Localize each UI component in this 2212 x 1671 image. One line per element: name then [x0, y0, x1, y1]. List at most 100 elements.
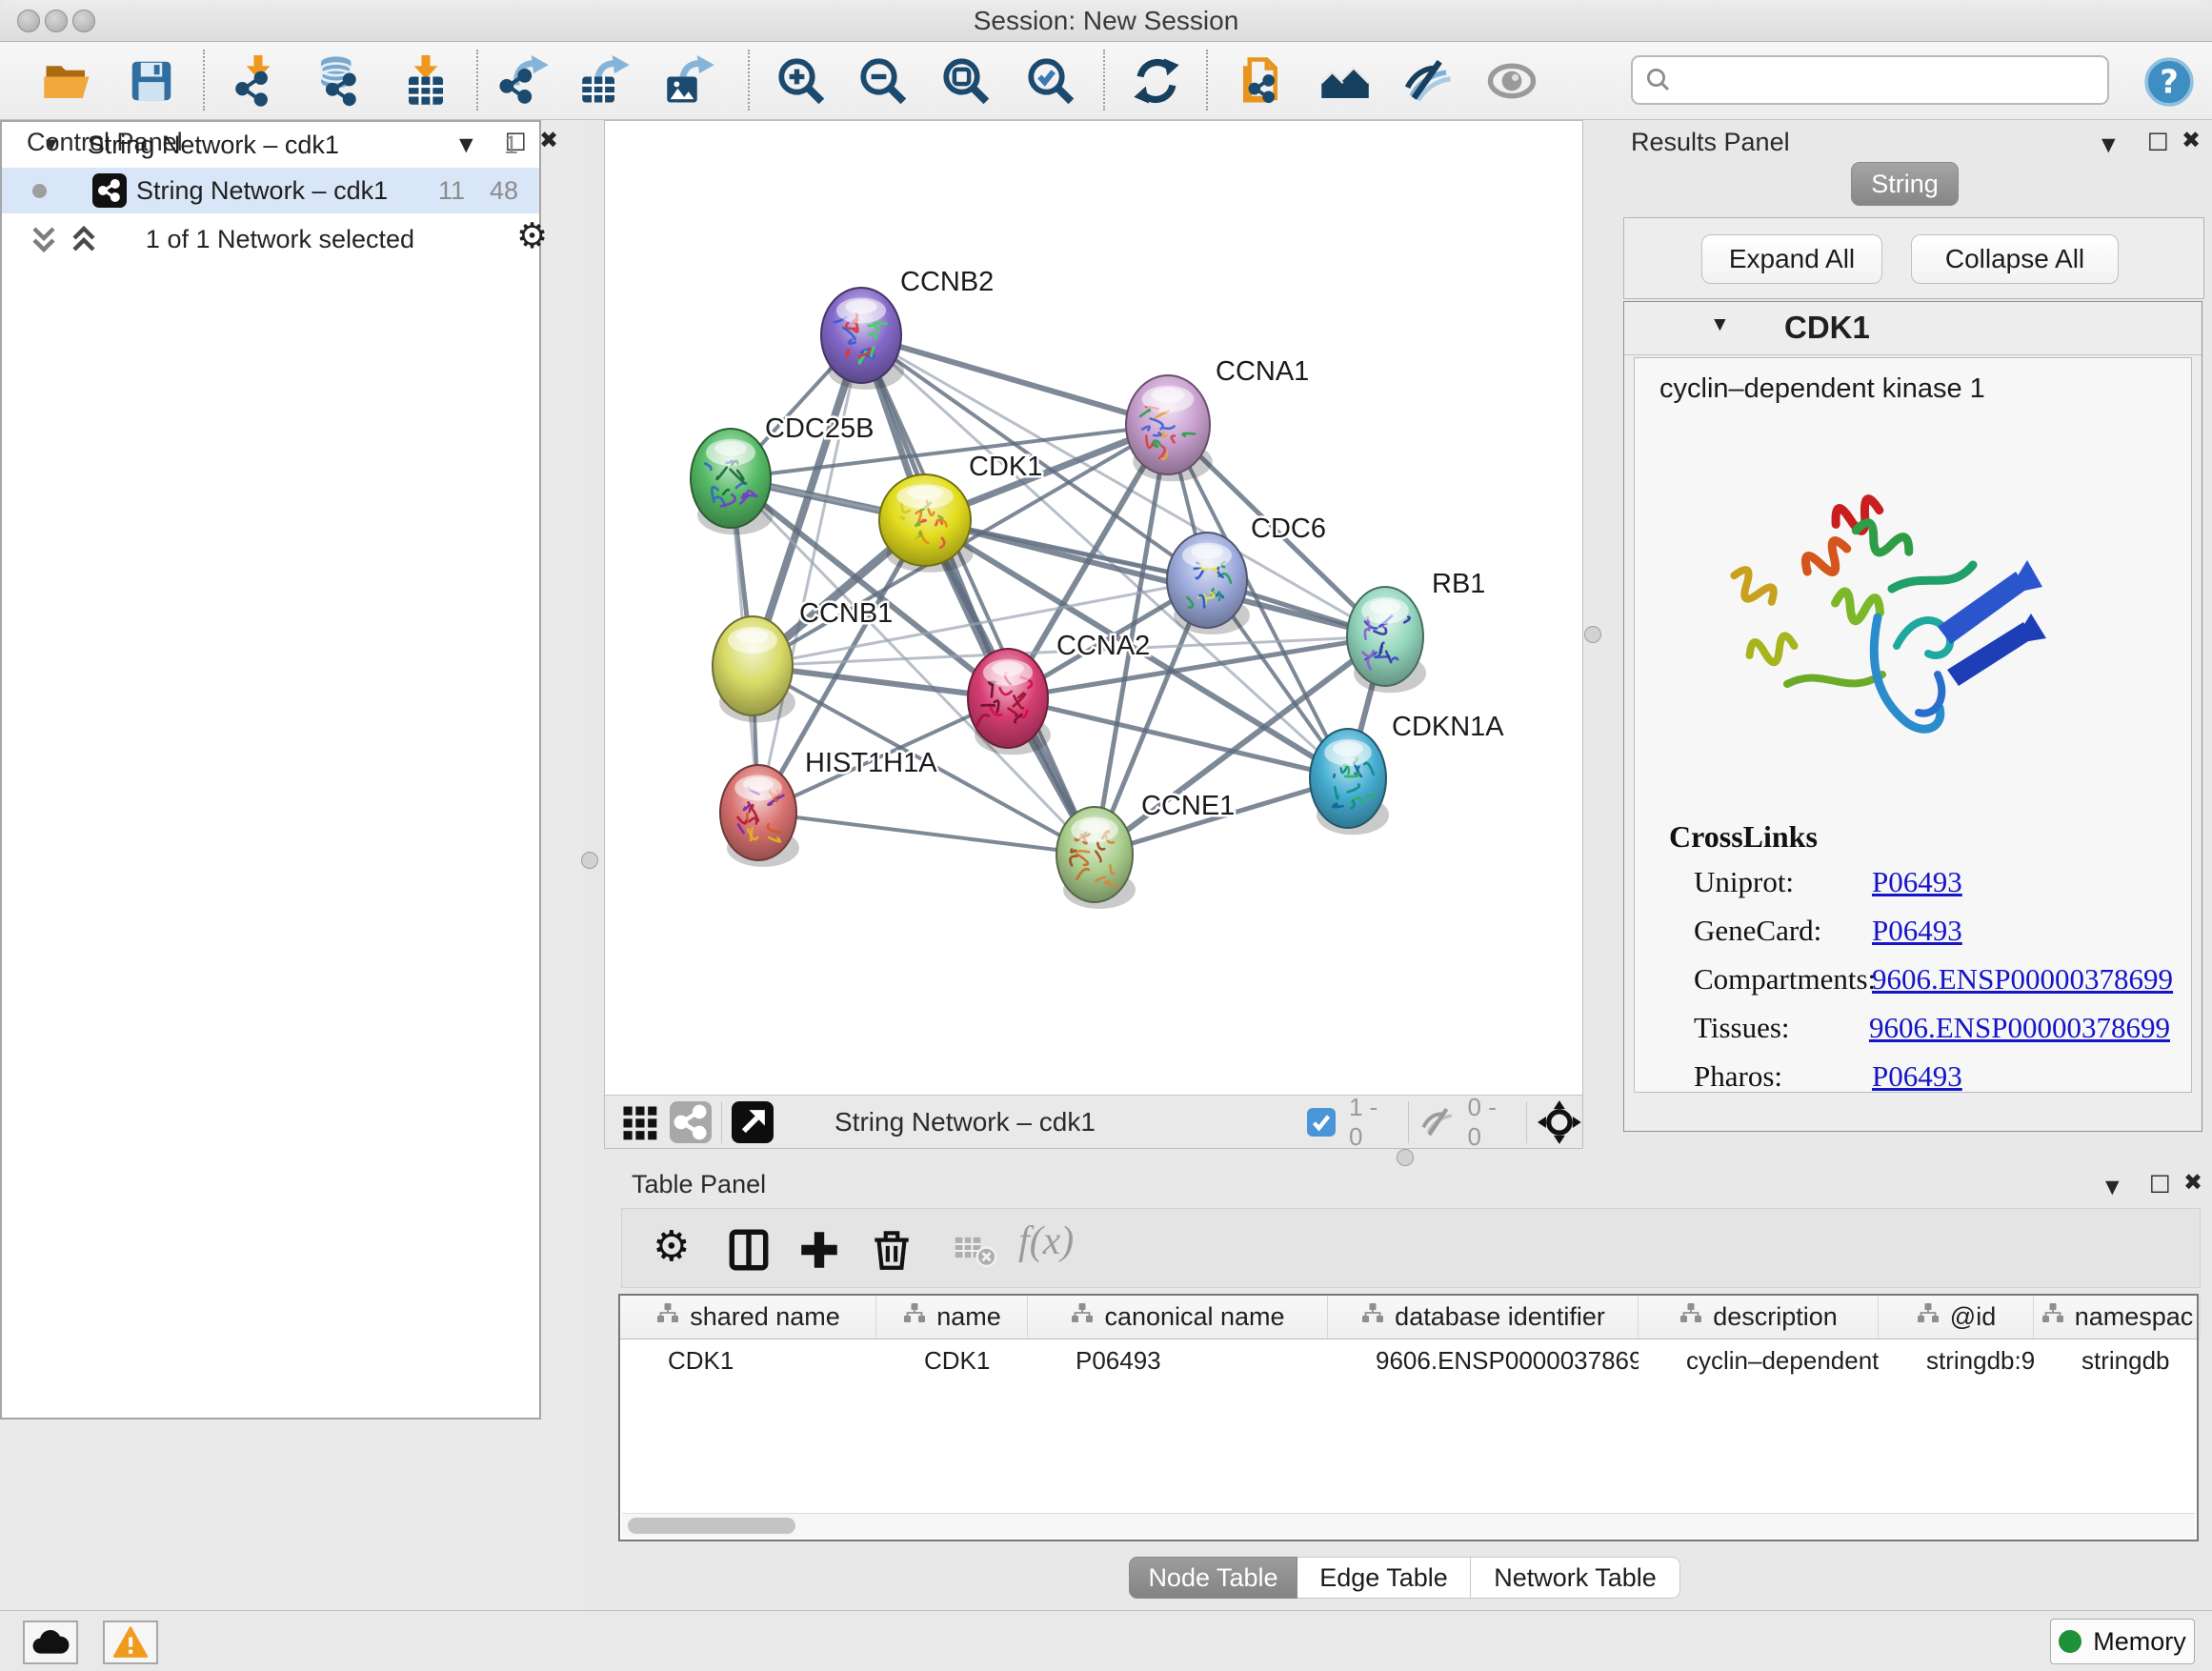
share-view-icon[interactable]	[670, 1101, 712, 1143]
table-settings-gear-icon[interactable]: ⚙	[653, 1222, 690, 1271]
network-collection-row[interactable]: ▼ String Network – cdk1 1	[2, 122, 539, 168]
crosslink-link[interactable]: P06493	[1872, 914, 1962, 948]
selected-checkbox-icon[interactable]	[1307, 1108, 1336, 1137]
tab-string[interactable]: String	[1851, 162, 1959, 206]
network-edge[interactable]	[758, 335, 861, 813]
toolbar-separator	[1526, 1101, 1527, 1143]
crosslink-link[interactable]: 9606.ENSP00000378699	[1869, 1011, 2170, 1045]
network-node-cdc6[interactable]	[1167, 533, 1250, 634]
memory-button[interactable]: Memory	[2050, 1619, 2195, 1664]
network-node-rb1[interactable]	[1347, 587, 1426, 693]
export-image-button[interactable]	[663, 53, 718, 109]
network-node-ccnb2[interactable]	[821, 288, 904, 390]
close-panel-icon[interactable]: ✖	[539, 129, 558, 151]
hierarchy-icon	[655, 1302, 680, 1332]
crosslink-link[interactable]: P06493	[1872, 865, 1962, 899]
network-node-ccnb1[interactable]	[713, 616, 795, 722]
eye-button[interactable]	[1484, 53, 1539, 109]
section-expand-icon[interactable]: ▼	[1710, 313, 1730, 336]
search-field	[1631, 55, 2109, 105]
network-edge[interactable]	[758, 813, 1095, 855]
open-session-button[interactable]	[40, 53, 95, 109]
import-network-database-button[interactable]	[311, 53, 366, 109]
network-node-ccna1[interactable]	[1126, 375, 1213, 481]
results-list-box: ▼ CDK1 cyclin–dependent kinase 1	[1623, 301, 2202, 1132]
horizontal-scrollbar[interactable]	[622, 1513, 2195, 1538]
help-button[interactable]: ?	[2142, 54, 2197, 110]
export-table-button[interactable]	[578, 53, 633, 109]
collapse-all-button[interactable]: Collapse All	[1911, 234, 2119, 284]
collapse-panel-icon[interactable]: ▼	[2105, 1176, 2120, 1198]
import-table-button[interactable]	[398, 53, 453, 109]
tab-node-table[interactable]: Node Table	[1129, 1557, 1297, 1599]
network-node-cdk1[interactable]	[879, 474, 974, 573]
column-header-description[interactable]: description	[1639, 1296, 1879, 1339]
horizontal-splitter-handle[interactable]	[1397, 1149, 1414, 1166]
title-bar: Session: New Session	[0, 0, 2212, 42]
expand-all-button[interactable]: Expand All	[1701, 234, 1882, 284]
eye-slash-button[interactable]	[1401, 53, 1457, 109]
network-node-cdkn1a[interactable]	[1310, 729, 1389, 835]
network-node-cdc25b[interactable]	[691, 429, 774, 534]
network-node-ccna2[interactable]	[968, 649, 1051, 755]
network-node-ccne1[interactable]	[1056, 807, 1136, 909]
column-header-label: shared name	[690, 1302, 840, 1332]
crosslink-link[interactable]: 9606.ENSP00000378699	[1872, 962, 2173, 997]
network-row[interactable]: String Network – cdk1 11 48	[2, 168, 539, 213]
network-selection-status: 1 of 1 Network selected	[23, 225, 537, 254]
crosslink-row: Tissues:9606.ENSP00000378699	[1694, 1011, 2170, 1045]
zoom-fit-button[interactable]	[938, 53, 994, 109]
export-network-button[interactable]	[497, 53, 553, 109]
grid-view-icon[interactable]	[618, 1101, 660, 1143]
create-column-plus-icon[interactable]	[795, 1226, 843, 1274]
float-panel-icon[interactable]: □	[2147, 129, 2169, 151]
zoom-selected-button[interactable]	[1023, 53, 1078, 109]
network-edge[interactable]	[1008, 698, 1348, 778]
network-edge[interactable]	[861, 335, 1168, 425]
float-panel-icon[interactable]: □	[2149, 1171, 2171, 1194]
tab-network-table[interactable]: Network Table	[1471, 1557, 1680, 1599]
collapse-panel-icon[interactable]: ▼	[2101, 133, 2116, 156]
network-canvas[interactable]: CCNB2CCNA1CDC25BCDK1CDC6RB1CCNB1CCNA2CDK…	[605, 121, 1582, 1095]
network-node-label: CCNA2	[1056, 631, 1150, 661]
import-network-file-button[interactable]	[231, 53, 286, 109]
function-builder-icon: f(x)	[1018, 1218, 1074, 1264]
zoom-in-button[interactable]	[774, 53, 829, 109]
right-splitter-handle[interactable]	[1584, 626, 1601, 643]
column-header-database-identifier[interactable]: database identifier	[1328, 1296, 1639, 1339]
gene-section-header[interactable]: ▼ CDK1	[1624, 302, 2202, 355]
search-input[interactable]	[1682, 65, 2096, 96]
network-node-label: CCNB1	[799, 598, 893, 629]
close-panel-icon[interactable]: ✖	[2183, 1171, 2202, 1194]
string-home-button[interactable]	[1317, 53, 1373, 109]
column-header-canonical-name[interactable]: canonical name	[1028, 1296, 1328, 1339]
column-header-label: canonical name	[1104, 1302, 1284, 1332]
refresh-button[interactable]	[1129, 53, 1184, 109]
column-header-shared-name[interactable]: shared name	[620, 1296, 876, 1339]
table-row[interactable]: CDK1CDK1P064939606.ENSP00000378699cyclin…	[620, 1339, 2197, 1381]
show-columns-icon[interactable]	[725, 1226, 773, 1274]
fit-content-crosshair-icon[interactable]	[1537, 1099, 1582, 1145]
hierarchy-icon	[1679, 1302, 1703, 1332]
column-header-namespac[interactable]: namespac	[2034, 1296, 2201, 1339]
tab-edge-table[interactable]: Edge Table	[1297, 1557, 1471, 1599]
table-cell: stringdb:9...	[1879, 1339, 2034, 1381]
warning-status-button[interactable]	[103, 1621, 158, 1664]
network-node-hist1h1a[interactable]	[720, 765, 799, 867]
column-header--id[interactable]: @id	[1879, 1296, 2034, 1339]
application-window: Session: New Session	[0, 0, 2212, 1671]
network-options-gear-icon[interactable]: ⚙	[516, 215, 548, 256]
close-panel-icon[interactable]: ✖	[2182, 129, 2201, 151]
birdseye-toggle-icon[interactable]	[732, 1101, 774, 1143]
left-splitter-handle[interactable]	[581, 852, 598, 869]
cloud-status-button[interactable]	[23, 1621, 78, 1664]
zoom-out-button[interactable]	[855, 53, 911, 109]
network-node-label: CCNE1	[1141, 791, 1235, 821]
document-share-button[interactable]	[1233, 53, 1288, 109]
save-session-button[interactable]	[124, 53, 179, 109]
delete-column-trash-icon[interactable]	[868, 1226, 915, 1274]
crosslink-link[interactable]: P06493	[1872, 1059, 1962, 1094]
scrollbar-thumb[interactable]	[628, 1518, 795, 1534]
column-header-name[interactable]: name	[876, 1296, 1028, 1339]
collection-expand-icon[interactable]: ▼	[42, 134, 61, 156]
